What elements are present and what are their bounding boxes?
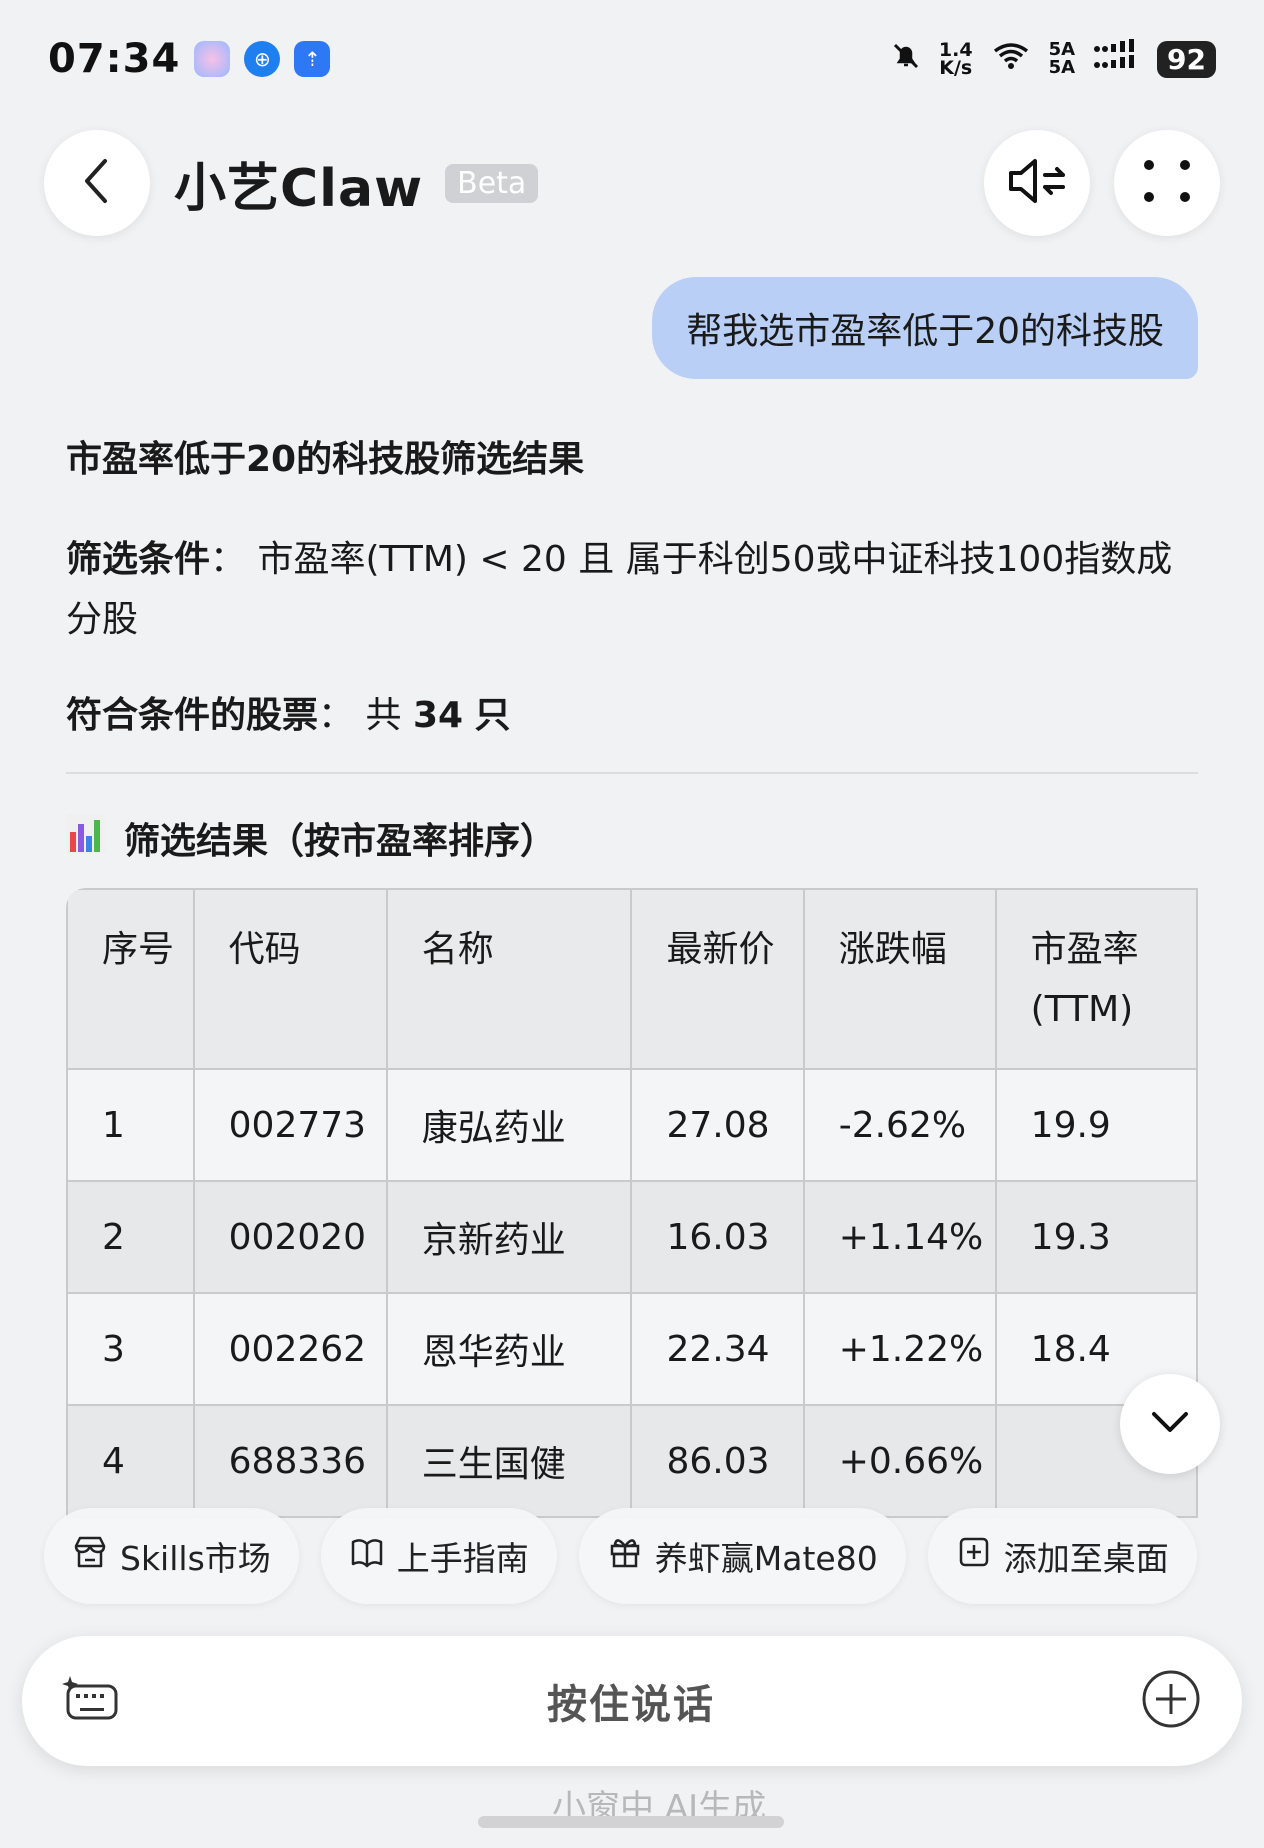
cell-index: 4	[66, 1404, 195, 1518]
cell-change: +0.66%	[802, 1404, 997, 1518]
count-label: 符合条件的股票	[66, 695, 319, 736]
section-title: 筛选结果（按市盈率排序）	[66, 812, 1198, 864]
bar-chart-icon	[66, 813, 124, 863]
cell-price: 22.34	[630, 1292, 805, 1406]
promo-chip[interactable]: 养虾赢Mate80	[578, 1508, 906, 1604]
quick-action-chips: Skills市场 上手指南 养虾赢Mate80 添加至桌面	[44, 1508, 1197, 1604]
speaker-icon	[1005, 157, 1069, 209]
col-header-price: 最新价	[630, 888, 805, 1070]
result-heading: 市盈率低于20的科技股筛选结果	[66, 439, 585, 480]
col-header-pe: 市盈率(TTM)	[994, 888, 1198, 1070]
signal-labels: 5A 5A	[1049, 41, 1075, 77]
status-indicators: 1.4 K/s 5A 5A 92	[891, 39, 1216, 79]
four-dots-icon	[1143, 157, 1191, 209]
browser-app-icon: ⊕	[244, 41, 281, 77]
user-message-bubble: 帮我选市盈率低于20的科技股	[652, 277, 1198, 379]
col-header-code: 代码	[192, 888, 388, 1070]
cell-name: 康弘药业	[385, 1068, 633, 1182]
bell-mute-icon	[891, 41, 921, 77]
table-row: 2 002020 京新药业 16.03 +1.14% 19.3	[66, 1180, 1198, 1294]
cell-code: 002262	[192, 1292, 388, 1406]
cell-index: 1	[66, 1068, 195, 1182]
getting-started-label: 上手指南	[396, 1539, 529, 1578]
cell-index: 2	[66, 1180, 195, 1294]
plus-circle-button[interactable]	[1140, 1668, 1202, 1734]
assistant-response: 市盈率低于20的科技股筛选结果 筛选条件： 市盈率(TTM) < 20 且 属于…	[66, 430, 1198, 864]
cell-change: +1.22%	[802, 1292, 997, 1406]
chevron-down-icon	[1150, 1410, 1190, 1438]
beta-badge: Beta	[445, 163, 539, 203]
status-bar: 07:34 ⊕ ⇡ 1.4 K/s 5A 5A 92	[0, 0, 1264, 118]
cell-signal-icon	[1093, 39, 1139, 79]
scroll-to-bottom-button[interactable]	[1120, 1374, 1220, 1474]
store-icon	[72, 1534, 120, 1578]
cell-code: 688336	[192, 1404, 388, 1518]
col-header-name: 名称	[385, 888, 633, 1070]
voice-broadcast-button[interactable]	[984, 130, 1090, 236]
wifi-icon	[991, 41, 1031, 77]
cell-code: 002020	[192, 1180, 388, 1294]
cell-price: 16.03	[630, 1180, 805, 1294]
cell-change: +1.14%	[802, 1180, 997, 1294]
keyboard-toggle-button[interactable]	[62, 1674, 122, 1728]
results-table[interactable]: 序号 代码 名称 最新价 涨跌幅 市盈率(TTM) 1 002773 康弘药业 …	[66, 888, 1198, 1528]
add-to-desktop-label: 添加至桌面	[1003, 1539, 1169, 1578]
cell-change: -2.62%	[802, 1068, 997, 1182]
col-header-index: 序号	[66, 888, 195, 1070]
app-header: 小艺Claw Beta	[44, 130, 1220, 236]
criteria-label: 筛选条件	[66, 539, 211, 580]
criteria-line: 筛选条件： 市盈率(TTM) < 20 且 属于科创50或中证科技100指数成分…	[66, 539, 1173, 640]
book-icon	[349, 1534, 397, 1578]
cell-name: 京新药业	[385, 1180, 633, 1294]
skills-market-chip[interactable]: Skills市场	[44, 1508, 299, 1604]
col-header-change: 涨跌幅	[802, 888, 997, 1070]
more-options-button[interactable]	[1114, 130, 1220, 236]
table-row: 1 002773 康弘药业 27.08 -2.62% 19.9	[66, 1068, 1198, 1182]
cell-name: 三生国健	[385, 1404, 633, 1518]
getting-started-chip[interactable]: 上手指南	[320, 1508, 557, 1604]
battery-indicator: 92	[1157, 40, 1216, 78]
count-prefix: 共	[365, 695, 402, 736]
home-indicator[interactable]	[478, 1816, 784, 1828]
back-arrow-icon	[79, 157, 115, 209]
net-speed: 1.4 K/s	[939, 41, 973, 79]
table-row: 4 688336 三生国健 86.03 +0.66%	[66, 1404, 1198, 1518]
cell-code: 002773	[192, 1068, 388, 1182]
criteria-text: 市盈率(TTM) < 20 且 属于科创50或中证科技100指数成分股	[66, 539, 1173, 640]
net-speed-unit: K/s	[939, 57, 973, 79]
add-square-icon	[956, 1534, 1004, 1578]
promo-label: 养虾赢Mate80	[654, 1539, 878, 1578]
cell-pe: 19.3	[994, 1180, 1198, 1294]
cell-index: 3	[66, 1292, 195, 1406]
input-bar: 按住说话	[22, 1636, 1242, 1766]
cell-name: 恩华药业	[385, 1292, 633, 1406]
cell-price: 86.03	[630, 1404, 805, 1518]
table-row: 3 002262 恩华药业 22.34 +1.22% 18.4	[66, 1292, 1198, 1406]
skills-market-label: Skills市场	[120, 1539, 271, 1578]
status-app-icons: ⊕ ⇡	[194, 41, 331, 77]
cell-pe: 19.9	[994, 1068, 1198, 1182]
count-value: 34	[412, 695, 464, 736]
table-header-row: 序号 代码 名称 最新价 涨跌幅 市盈率(TTM)	[66, 888, 1198, 1070]
count-suffix: 只	[474, 695, 511, 736]
section-title-text: 筛选结果（按市盈率排序）	[124, 821, 557, 862]
add-to-desktop-chip[interactable]: 添加至桌面	[927, 1508, 1197, 1604]
cell-price: 27.08	[630, 1068, 805, 1182]
upload-app-icon: ⇡	[294, 41, 331, 77]
hold-to-talk-button[interactable]: 按住说话	[122, 1672, 1140, 1730]
gift-icon	[607, 1534, 655, 1578]
divider	[66, 772, 1198, 774]
celia-app-icon	[194, 41, 231, 77]
status-time: 07:34	[48, 36, 181, 82]
app-title: 小艺Claw	[174, 158, 424, 219]
count-line: 符合条件的股票： 共 34 只	[66, 695, 511, 736]
back-button[interactable]	[44, 130, 150, 236]
signal-label-2: 5A	[1048, 57, 1076, 78]
